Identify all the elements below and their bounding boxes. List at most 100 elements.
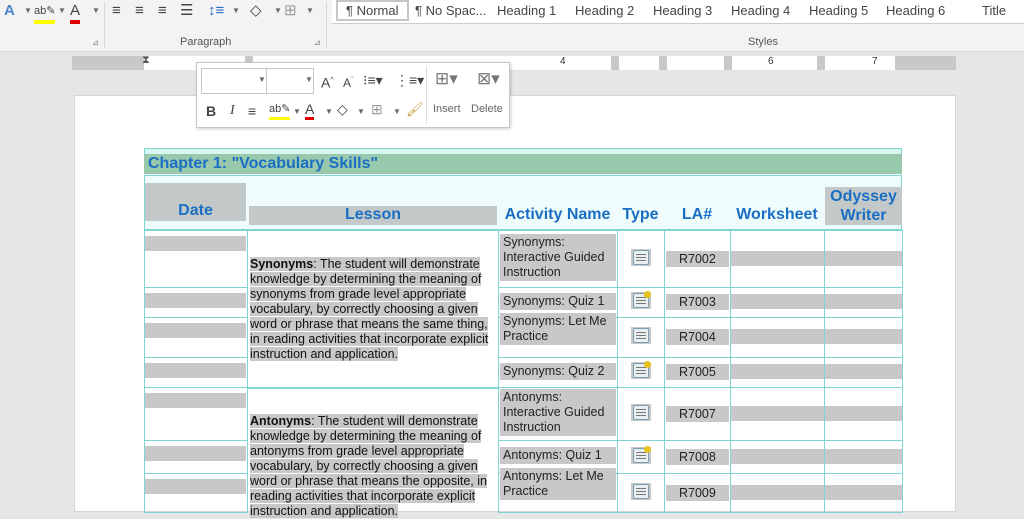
bullets-icon[interactable]: ⁝≡▾ bbox=[363, 72, 383, 88]
insert-table-icon[interactable]: ⊞▾ bbox=[435, 70, 458, 87]
highlight-icon[interactable]: ab✎ bbox=[269, 101, 291, 120]
header-lesson: Lesson bbox=[249, 206, 497, 225]
highlight-icon[interactable]: ab✎ bbox=[34, 2, 56, 24]
dropdown-arrow-icon[interactable]: ▼ bbox=[92, 6, 100, 15]
center-icon[interactable]: ≡ bbox=[248, 103, 256, 119]
activity-name[interactable]: Antonyms: Quiz 1 bbox=[500, 447, 616, 464]
empty-cell-highlight bbox=[825, 405, 902, 421]
empty-cell-highlight bbox=[825, 484, 902, 500]
shading-icon[interactable]: ◇ bbox=[250, 2, 262, 20]
empty-cell-highlight bbox=[731, 329, 824, 344]
font-color-icon[interactable]: A bbox=[70, 2, 81, 24]
dropdown-arrow-icon[interactable]: ▼ bbox=[274, 6, 282, 15]
checklist-icon[interactable] bbox=[631, 482, 651, 500]
font-color-icon[interactable]: A bbox=[305, 101, 315, 120]
style-normal[interactable]: ¶ Normal bbox=[336, 0, 409, 21]
style-heading-6[interactable]: Heading 6 bbox=[886, 3, 945, 18]
chevron-down-icon[interactable]: ▼ bbox=[305, 75, 313, 84]
ruler-number: 7 bbox=[872, 56, 878, 67]
style-heading-3[interactable]: Heading 3 bbox=[653, 3, 712, 18]
dialog-launcher-icon[interactable]: ⊿ bbox=[92, 38, 99, 47]
lesson-text: Synonyms: The student will demonstrate k… bbox=[250, 257, 489, 361]
chevron-down-icon[interactable]: ▼ bbox=[357, 107, 365, 116]
la-number: R7008 bbox=[666, 448, 729, 465]
empty-cell-highlight bbox=[145, 363, 246, 378]
header-date: Date bbox=[145, 183, 246, 221]
activity-name[interactable]: Antonyms: Let Me Practice bbox=[500, 468, 616, 500]
font-size-dropdown[interactable]: ▼ bbox=[266, 68, 314, 94]
lesson-term: Synonyms bbox=[250, 257, 314, 271]
numbering-icon[interactable]: ⋮≡▾ bbox=[395, 72, 424, 88]
quiz-icon[interactable] bbox=[631, 445, 651, 464]
text-effects-icon[interactable]: A bbox=[4, 2, 15, 20]
style-heading-5[interactable]: Heading 5 bbox=[809, 3, 868, 18]
divider bbox=[326, 2, 327, 48]
chevron-down-icon[interactable]: ▼ bbox=[325, 107, 333, 116]
activity-name[interactable]: Synonyms: Let Me Practice bbox=[500, 312, 616, 345]
style-no-spacing[interactable]: ¶ No Spac... bbox=[415, 3, 486, 18]
align-right-icon[interactable]: ≡ bbox=[158, 2, 167, 20]
activity-name[interactable]: Synonyms: Quiz 2 bbox=[500, 362, 616, 380]
borders-icon[interactable]: ⊞ bbox=[284, 2, 297, 20]
empty-cell-highlight bbox=[825, 250, 902, 266]
activity-name[interactable]: Synonyms: Interactive Guided Instruction bbox=[500, 234, 616, 281]
shrink-font-icon[interactable]: Aˇ bbox=[343, 73, 353, 91]
styles-gallery: ¶ Normal ¶ No Spac... Heading 1 Heading … bbox=[332, 0, 1024, 24]
checklist-icon[interactable] bbox=[631, 327, 651, 344]
indent-marker-icon[interactable]: ⧗ bbox=[142, 54, 150, 67]
lesson-text: Antonyms: The student will demonstrate k… bbox=[250, 414, 487, 518]
activity-name[interactable]: Synonyms: Quiz 1 bbox=[500, 292, 616, 310]
column-marker[interactable] bbox=[611, 56, 619, 70]
header-worksheet: Worksheet bbox=[736, 206, 818, 223]
style-title[interactable]: Title bbox=[982, 3, 1006, 18]
ribbon: A ▼ ab✎ ▼ A ▼ ≡ ≡ ≡ ☰ ↕≡ ▼ ◇ ▼ ⊞ ▼ Paragraph ⊿… bbox=[0, 0, 1024, 52]
dialog-launcher-icon[interactable]: ⊿ bbox=[314, 38, 321, 47]
chevron-down-icon[interactable]: ▼ bbox=[393, 107, 401, 116]
quiz-icon[interactable] bbox=[631, 361, 651, 379]
line-spacing-icon[interactable]: ↕≡ bbox=[208, 2, 224, 20]
format-painter-icon[interactable]: 🖌 bbox=[406, 101, 424, 117]
styles-group-label: Styles bbox=[748, 36, 778, 48]
chevron-down-icon[interactable]: ▼ bbox=[258, 75, 266, 84]
activity-name[interactable]: Antonyms: Interactive Guided Instruction bbox=[500, 389, 616, 436]
lesson-synonyms: Synonyms: The student will demonstrate k… bbox=[250, 257, 497, 362]
dropdown-arrow-icon[interactable]: ▼ bbox=[24, 6, 32, 15]
divider bbox=[104, 2, 105, 48]
ruler-number: 4 bbox=[560, 56, 566, 67]
shading-icon[interactable]: ◇ bbox=[337, 101, 348, 117]
borders-icon[interactable]: ⊞ bbox=[371, 101, 383, 117]
dropdown-arrow-icon[interactable]: ▼ bbox=[232, 6, 240, 15]
font-name-dropdown[interactable]: ▼ bbox=[201, 68, 267, 94]
header-activity-name: Activity Name bbox=[504, 206, 611, 223]
justify-icon[interactable]: ☰ bbox=[180, 2, 193, 20]
column-marker[interactable] bbox=[724, 56, 732, 70]
align-left-icon[interactable]: ≡ bbox=[112, 2, 121, 20]
table-cell[interactable] bbox=[247, 387, 499, 389]
empty-cell-highlight bbox=[731, 484, 824, 500]
la-number: R7004 bbox=[666, 329, 729, 345]
quiz-icon[interactable] bbox=[631, 291, 651, 309]
style-heading-1[interactable]: Heading 1 bbox=[497, 3, 556, 18]
chevron-down-icon[interactable]: ▼ bbox=[293, 107, 301, 116]
delete-label[interactable]: Delete bbox=[471, 103, 503, 115]
style-heading-2[interactable]: Heading 2 bbox=[575, 3, 634, 18]
checklist-icon[interactable] bbox=[631, 248, 651, 266]
checklist-icon[interactable] bbox=[631, 403, 651, 421]
italic-button[interactable]: I bbox=[230, 103, 235, 119]
empty-cell-highlight bbox=[825, 294, 902, 309]
dropdown-arrow-icon[interactable]: ▼ bbox=[58, 6, 66, 15]
header-la-number: LA# bbox=[681, 206, 713, 223]
dropdown-arrow-icon[interactable]: ▼ bbox=[306, 6, 314, 15]
style-heading-4[interactable]: Heading 4 bbox=[731, 3, 790, 18]
delete-table-icon[interactable]: ⊠▾ bbox=[477, 70, 500, 87]
ruler-number: 6 bbox=[768, 56, 774, 67]
align-center-icon[interactable]: ≡ bbox=[135, 2, 144, 20]
la-number: R7003 bbox=[666, 294, 729, 310]
grow-font-icon[interactable]: A^ bbox=[321, 73, 334, 91]
column-marker[interactable] bbox=[817, 56, 825, 70]
column-marker[interactable] bbox=[659, 56, 667, 70]
header-type: Type bbox=[622, 206, 659, 223]
empty-cell-highlight bbox=[731, 294, 824, 309]
bold-button[interactable]: B bbox=[206, 103, 216, 119]
insert-label[interactable]: Insert bbox=[433, 103, 461, 115]
